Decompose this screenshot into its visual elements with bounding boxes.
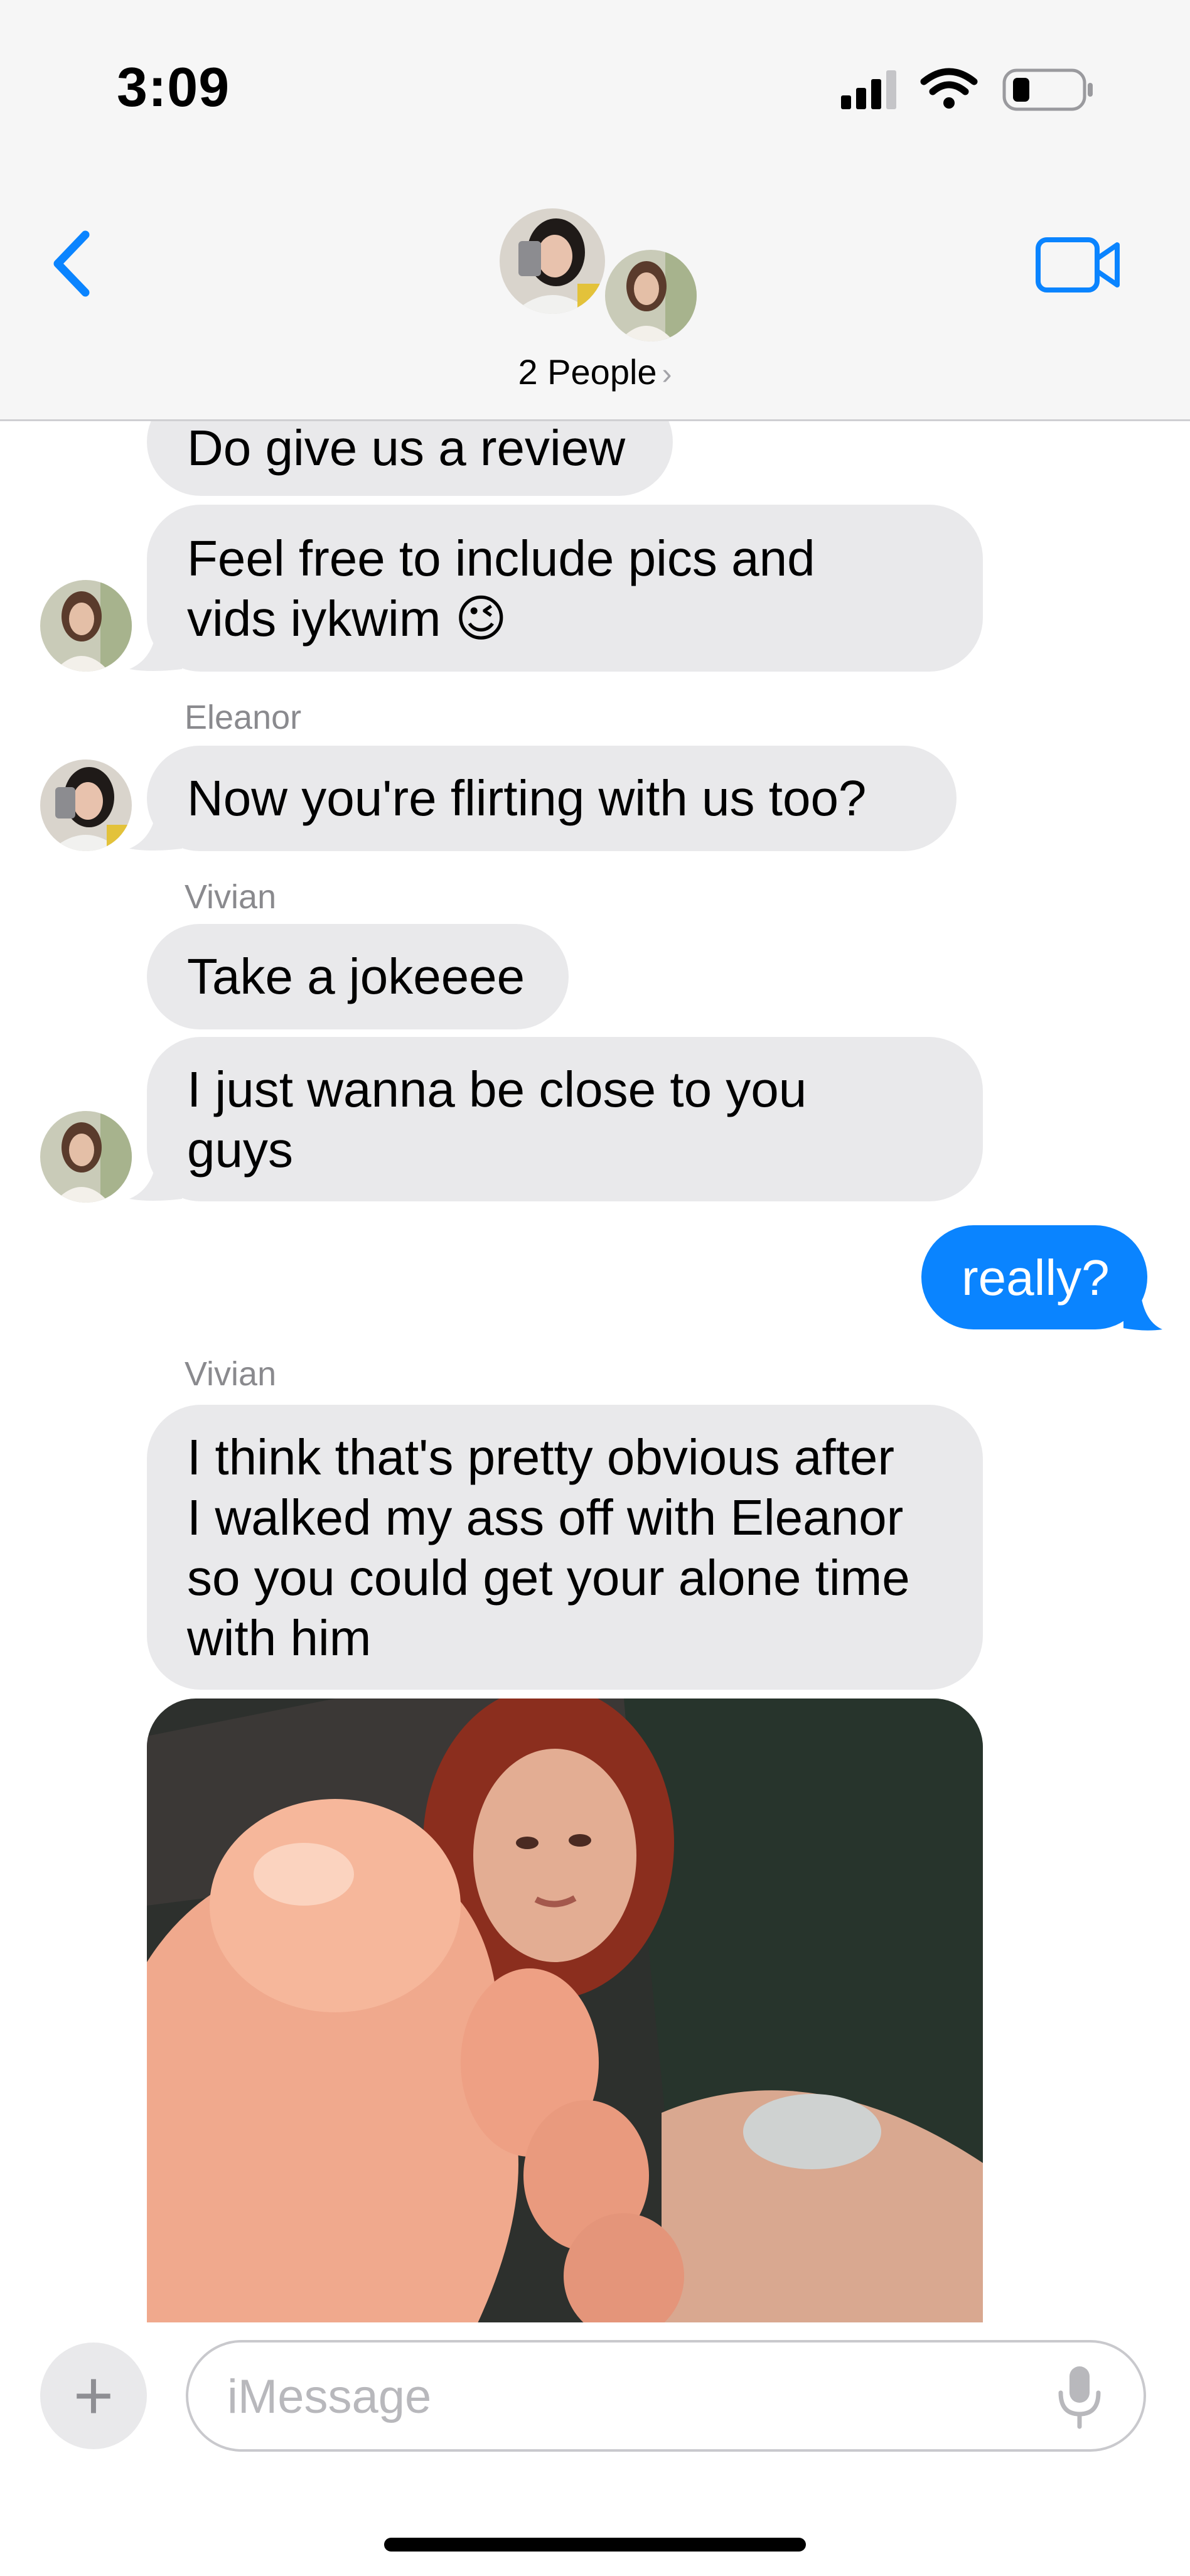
status-icons [841, 68, 1093, 111]
battery-icon [1002, 68, 1093, 111]
conversation-title[interactable]: 2 People › [0, 352, 1190, 392]
message-bubble[interactable]: I just wanna be close to you guys [147, 1037, 983, 1201]
cellular-signal-icon [841, 70, 896, 109]
message-text: Do give us a review [187, 420, 626, 476]
bubble-tail [129, 628, 182, 671]
message-text: with him [187, 1610, 372, 1666]
bubble-tail [1123, 1285, 1162, 1331]
video-camera-icon [1036, 237, 1120, 292]
message-text: so you could get your alone time [187, 1550, 910, 1606]
sender-name: Eleanor [185, 699, 302, 736]
group-avatars[interactable] [496, 205, 703, 345]
conversation-header: 3:09 2 People › [0, 0, 1190, 421]
microphone-icon[interactable] [1054, 2364, 1105, 2429]
message-bubble-outgoing[interactable]: really? [921, 1225, 1147, 1329]
message-input[interactable] [226, 2361, 1032, 2432]
message-text: Feel free to include pics and [187, 530, 815, 586]
video-call-button[interactable] [1034, 233, 1122, 296]
sender-name: Vivian [185, 878, 277, 916]
apps-plus-button[interactable]: + [40, 2343, 147, 2449]
message-text: Now you're flirting with us too? [187, 770, 867, 826]
messages-screen: 3:09 2 People › Do give us a review Feel… [0, 0, 1190, 2576]
message-bubble[interactable]: I think that's pretty obvious after I wa… [147, 1405, 983, 1690]
bubble-tail [129, 807, 182, 851]
bubble-tail [129, 1157, 182, 1201]
sender-name: Vivian [185, 1355, 277, 1393]
avatar-eleanor [496, 205, 609, 318]
photo-attachment[interactable] [147, 1699, 983, 2332]
message-text: I just wanna be close to you [187, 1061, 807, 1117]
chevron-right-icon: › [662, 358, 672, 391]
message-bubble[interactable]: Now you're flirting with us too? [147, 746, 957, 851]
message-text: Take a jokeeee [187, 948, 525, 1004]
wifi-icon [920, 68, 978, 109]
message-bubble[interactable]: Feel free to include pics and vids iykwi… [147, 505, 983, 672]
conversation-title-label: 2 People [518, 352, 657, 392]
avatar-vivian [601, 246, 700, 345]
chevron-left-icon [53, 230, 90, 297]
avatar-vivian[interactable] [40, 1111, 132, 1203]
message-text: vids iykwim 😉 [187, 591, 508, 647]
message-bubble[interactable]: Take a jokeeee [147, 924, 569, 1029]
message-text: I walked my ass off with Eleanor [187, 1489, 904, 1545]
status-time: 3:09 [117, 56, 230, 118]
avatar-vivian[interactable] [40, 580, 132, 672]
back-button[interactable] [44, 226, 100, 301]
plus-icon: + [73, 2357, 114, 2434]
message-input-container[interactable] [186, 2340, 1146, 2452]
message-text: really? [962, 1250, 1110, 1306]
message-text: guys [187, 1122, 293, 1178]
message-text: I think that's pretty obvious after [187, 1429, 894, 1485]
home-indicator [384, 2538, 806, 2552]
avatar-eleanor[interactable] [40, 759, 132, 851]
